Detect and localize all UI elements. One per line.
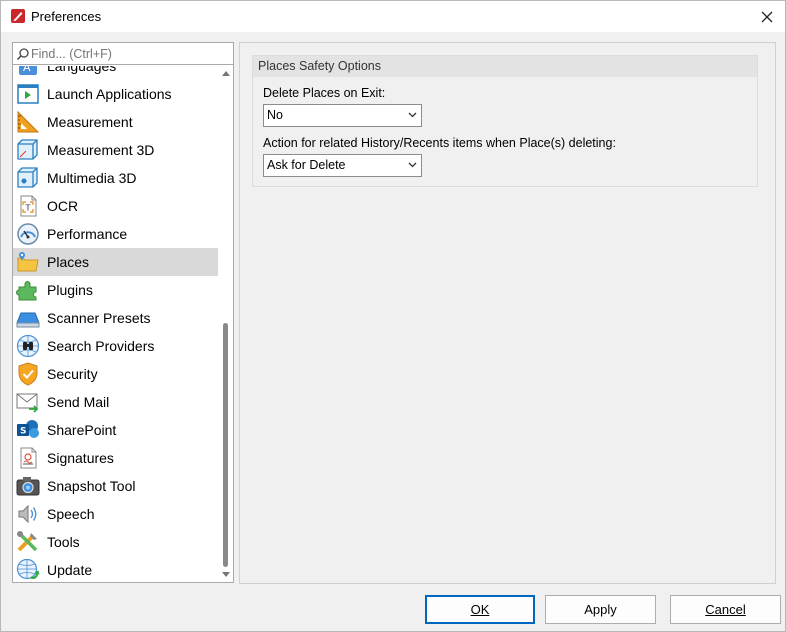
cube-multimedia-icon xyxy=(17,167,38,188)
sidebar-item-label: Measurement 3D xyxy=(47,142,155,158)
binoculars-icon xyxy=(16,334,40,358)
cube-3d-icon xyxy=(17,139,38,160)
sidebar-item-label: Performance xyxy=(47,226,128,242)
sidebar-item-languages[interactable]: A Languages xyxy=(13,66,218,80)
sidebar-item-send-mail[interactable]: Send Mail xyxy=(13,388,218,416)
folder-pin-icon xyxy=(17,252,39,272)
signature-icon xyxy=(20,447,37,469)
sidebar-item-label: Measurement xyxy=(47,114,133,130)
sidebar-item-performance[interactable]: Performance xyxy=(13,220,218,248)
scanner-icon xyxy=(16,312,40,328)
sidebar-item-snapshot-tool[interactable]: Snapshot Tool xyxy=(13,472,218,500)
search-box xyxy=(13,43,233,65)
ruler-icon xyxy=(17,110,40,133)
sidebar-item-label: Send Mail xyxy=(47,394,110,410)
history-action-select[interactable]: Ask for Delete xyxy=(263,154,422,177)
sidebar-item-update[interactable]: Update xyxy=(13,556,218,582)
sidebar-item-measurement-3d[interactable]: Measurement 3D xyxy=(13,136,218,164)
apply-button[interactable]: Apply xyxy=(545,595,656,624)
sidebar-item-measurement[interactable]: Measurement xyxy=(13,108,218,136)
scroll-thumb[interactable] xyxy=(223,323,228,567)
svg-text:S: S xyxy=(20,427,26,437)
history-action-value: Ask for Delete xyxy=(267,158,346,172)
ocr-icon: T xyxy=(20,195,37,217)
sidebar-item-tools[interactable]: Tools xyxy=(13,528,218,556)
sidebar-item-label: Update xyxy=(47,562,93,578)
chevron-down-icon xyxy=(408,112,417,118)
cancel-button-label: Cancel xyxy=(705,602,746,617)
sidebar-item-ocr[interactable]: T OCR xyxy=(13,192,218,220)
sidebar-item-search-providers[interactable]: Search Providers xyxy=(13,332,218,360)
scroll-up-arrow-icon[interactable] xyxy=(222,70,230,76)
sidebar-item-label: Languages xyxy=(47,66,117,74)
ok-button-label: OK xyxy=(470,602,490,617)
sharepoint-icon: S xyxy=(17,420,39,438)
globe-update-icon xyxy=(16,558,40,580)
places-safety-options-group: Places Safety Options Delete Places on E… xyxy=(252,55,758,187)
sidebar-item-places[interactable]: Places xyxy=(13,248,218,276)
puzzle-icon xyxy=(16,281,37,301)
sidebar-item-speech[interactable]: Speech xyxy=(13,500,218,528)
sidebar-item-launch-applications[interactable]: Launch Applications xyxy=(13,80,218,108)
ok-button[interactable]: OK xyxy=(425,595,535,624)
camera-icon xyxy=(16,477,40,496)
scroll-down-arrow-icon[interactable] xyxy=(222,572,230,578)
gauge-icon xyxy=(17,223,39,245)
sidebar-item-label: Launch Applications xyxy=(47,86,172,102)
sidebar-item-label: Tools xyxy=(47,534,80,550)
sidebar-item-sharepoint[interactable]: S SharePoint xyxy=(13,416,218,444)
cancel-button[interactable]: Cancel xyxy=(670,595,781,624)
sidebar-item-label: SharePoint xyxy=(47,422,117,438)
close-button[interactable] xyxy=(749,1,785,32)
app-logo-icon xyxy=(11,9,25,23)
sidebar-item-signatures[interactable]: Signatures xyxy=(13,444,218,472)
shield-icon xyxy=(18,362,38,386)
search-icon xyxy=(16,48,29,61)
delete-places-label: Delete Places on Exit: xyxy=(263,86,386,100)
chevron-down-icon xyxy=(408,162,417,168)
search-input[interactable] xyxy=(31,45,229,63)
close-icon xyxy=(761,11,773,22)
speaker-icon xyxy=(18,504,37,524)
languages-icon: A xyxy=(19,66,37,75)
sidebar-item-label: OCR xyxy=(47,198,79,214)
launch-applications-icon xyxy=(17,84,39,104)
delete-places-select[interactable]: No xyxy=(263,104,422,127)
apply-button-label: Apply xyxy=(584,602,617,617)
sidebar-item-plugins[interactable]: Plugins xyxy=(13,276,218,304)
sidebar-item-label: Security xyxy=(47,366,98,382)
tools-icon xyxy=(17,531,38,552)
svg-text:T: T xyxy=(25,204,31,213)
title-bar: Preferences xyxy=(1,1,785,32)
sidebar-item-label: Snapshot Tool xyxy=(47,478,136,494)
window-title: Preferences xyxy=(31,9,102,24)
settings-panel: Places Safety Options Delete Places on E… xyxy=(239,42,776,584)
history-action-label: Action for related History/Recents items… xyxy=(263,136,616,150)
sidebar-item-label: Multimedia 3D xyxy=(47,170,137,186)
list-scrollbar[interactable] xyxy=(218,66,233,582)
envelope-icon xyxy=(16,393,39,413)
preferences-window: Preferences A Languages Laun xyxy=(0,0,786,632)
sidebar-item-label: Places xyxy=(47,254,90,270)
sidebar-item-security[interactable]: Security xyxy=(13,360,218,388)
svg-text:A: A xyxy=(23,66,31,74)
delete-places-value: No xyxy=(267,108,283,122)
sidebar-item-label: Plugins xyxy=(47,282,93,298)
sidebar-item-label: Scanner Presets xyxy=(47,310,151,326)
sidebar-item-scanner-presets[interactable]: Scanner Presets xyxy=(13,304,218,332)
group-title: Places Safety Options xyxy=(253,56,757,77)
sidebar-item-multimedia-3d[interactable]: Multimedia 3D xyxy=(13,164,218,192)
category-list: A Languages Launch Applications Measurem… xyxy=(13,66,218,582)
category-panel: A Languages Launch Applications Measurem… xyxy=(12,42,234,583)
sidebar-item-label: Search Providers xyxy=(47,338,155,354)
sidebar-item-label: Signatures xyxy=(47,450,114,466)
sidebar-item-label: Speech xyxy=(47,506,95,522)
